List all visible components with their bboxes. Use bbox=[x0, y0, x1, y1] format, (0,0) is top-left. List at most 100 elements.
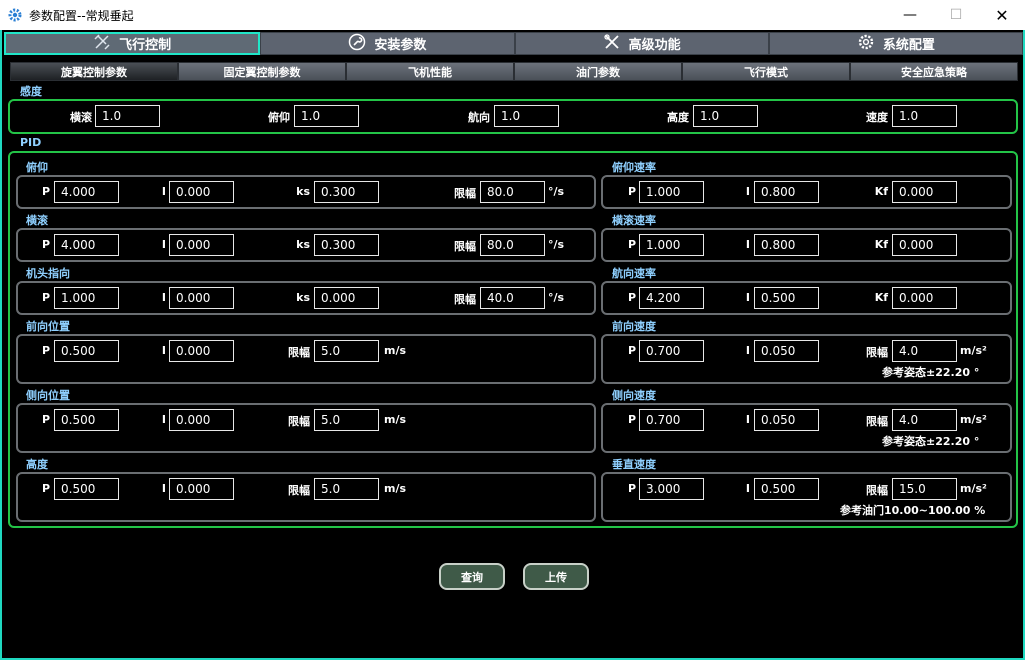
tab-advanced[interactable]: 高级功能 bbox=[514, 32, 769, 55]
pid-lateral-pos-p-field[interactable]: 0.500 bbox=[54, 409, 119, 431]
pid-vertical-vel-p-field[interactable]: 3.000 bbox=[639, 478, 704, 500]
pid-roll-p-field[interactable]: 4.000 bbox=[54, 234, 119, 256]
pid-roll-rate-p-field[interactable]: 1.000 bbox=[639, 234, 704, 256]
pid-forward-pos-i-field[interactable]: 0.000 bbox=[169, 340, 234, 362]
pid-lateral-vel-i-field[interactable]: 0.050 bbox=[754, 409, 819, 431]
tab-label: 系统配置 bbox=[882, 38, 935, 53]
p-label: P bbox=[41, 291, 50, 304]
pid-pitch-limit-field[interactable]: 80.0 bbox=[480, 181, 545, 203]
pid-vertical-vel-title: 垂直速度 bbox=[612, 458, 656, 471]
pid-roll-i-field[interactable]: 0.000 bbox=[169, 234, 234, 256]
limit-label: 限幅 bbox=[454, 187, 476, 200]
tab-system-config[interactable]: 系统配置 bbox=[768, 32, 1023, 55]
tab-flight-control[interactable]: 飞行控制 bbox=[4, 32, 261, 55]
pid-pitch-ks-field[interactable]: 0.300 bbox=[314, 181, 379, 203]
window-title: 参数配置--常规垂起 bbox=[29, 9, 134, 23]
pid-yaw-rate-i-field[interactable]: 0.500 bbox=[754, 287, 819, 309]
subtab-rotor-control[interactable]: 旋翼控制参数 bbox=[10, 62, 178, 81]
p-label: P bbox=[41, 344, 50, 357]
pid-pitch-title: 俯仰 bbox=[26, 161, 48, 174]
subtab-throttle[interactable]: 油门参数 bbox=[514, 62, 682, 81]
pid-lateral-vel-p-field[interactable]: 0.700 bbox=[639, 409, 704, 431]
i-label: I bbox=[745, 238, 750, 251]
pid-pitch-p-field[interactable]: 4.000 bbox=[54, 181, 119, 203]
limit-label: 限幅 bbox=[288, 415, 310, 428]
maximize-icon[interactable]: ☐ bbox=[933, 0, 979, 30]
unit-label: m/s bbox=[384, 344, 407, 357]
pid-heading-title: 机头指向 bbox=[26, 267, 70, 280]
pid-roll-rate-i-field[interactable]: 0.800 bbox=[754, 234, 819, 256]
pid-yaw-rate-kf-field[interactable]: 0.000 bbox=[892, 287, 957, 309]
pid-lateral-pos-i-field[interactable]: 0.000 bbox=[169, 409, 234, 431]
sens-yaw-label: 航向 bbox=[468, 111, 490, 124]
pid-pitch-rate-p-field[interactable]: 1.000 bbox=[639, 181, 704, 203]
limit-label: 限幅 bbox=[866, 484, 888, 497]
i-label: I bbox=[161, 291, 166, 304]
pid-lateral-vel-limit-field[interactable]: 4.0 bbox=[892, 409, 957, 431]
pid-vertical-vel-i-field[interactable]: 0.500 bbox=[754, 478, 819, 500]
pid-forward-vel-i-field[interactable]: 0.050 bbox=[754, 340, 819, 362]
query-button[interactable]: 查询 bbox=[439, 563, 505, 590]
subtab-safety-strategy[interactable]: 安全应急策略 bbox=[850, 62, 1018, 81]
i-label: I bbox=[161, 238, 166, 251]
pid-vertical-vel-limit-field[interactable]: 15.0 bbox=[892, 478, 957, 500]
pid-yaw-rate-p-field[interactable]: 4.200 bbox=[639, 287, 704, 309]
tab-label: 安装参数 bbox=[374, 38, 427, 53]
pid-heading-ks-field[interactable]: 0.000 bbox=[314, 287, 379, 309]
upload-button[interactable]: 上传 bbox=[523, 563, 589, 590]
pid-pitch-rate-i-field[interactable]: 0.800 bbox=[754, 181, 819, 203]
wrench-icon bbox=[348, 33, 366, 55]
i-label: I bbox=[745, 291, 750, 304]
i-label: I bbox=[745, 413, 750, 426]
pid-roll-limit-field[interactable]: 80.0 bbox=[480, 234, 545, 256]
subtab-flight-mode[interactable]: 飞行模式 bbox=[682, 62, 850, 81]
sens-speed-label: 速度 bbox=[866, 111, 888, 124]
pid-forward-vel-limit-field[interactable]: 4.0 bbox=[892, 340, 957, 362]
sub-tab-bar: 旋翼控制参数 固定翼控制参数 飞机性能 油门参数 飞行模式 安全应急策略 bbox=[10, 62, 1018, 81]
p-label: P bbox=[41, 238, 50, 251]
ref-attitude-note: 参考姿态±22.20 ° bbox=[882, 435, 980, 448]
i-label: I bbox=[161, 185, 166, 198]
pid-lateral-pos-limit-field[interactable]: 5.0 bbox=[314, 409, 379, 431]
unit-label: m/s² bbox=[960, 344, 987, 357]
sens-speed-field[interactable]: 1.0 bbox=[892, 105, 957, 127]
pid-pitch-i-field[interactable]: 0.000 bbox=[169, 181, 234, 203]
pid-altitude-p-field[interactable]: 0.500 bbox=[54, 478, 119, 500]
app-gear-icon bbox=[7, 7, 23, 23]
pid-roll-rate-kf-field[interactable]: 0.000 bbox=[892, 234, 957, 256]
pid-heading-i-field[interactable]: 0.000 bbox=[169, 287, 234, 309]
sens-roll-label: 横滚 bbox=[70, 111, 92, 124]
pid-roll-ks-field[interactable]: 0.300 bbox=[314, 234, 379, 256]
p-label: P bbox=[627, 238, 636, 251]
tab-install-params[interactable]: 安装参数 bbox=[260, 32, 515, 55]
pid-pitch-rate-kf-field[interactable]: 0.000 bbox=[892, 181, 957, 203]
p-label: P bbox=[627, 482, 636, 495]
pid-forward-pos-limit-field[interactable]: 5.0 bbox=[314, 340, 379, 362]
pid-altitude-limit-field[interactable]: 5.0 bbox=[314, 478, 379, 500]
pid-heading-limit-field[interactable]: 40.0 bbox=[480, 287, 545, 309]
subtab-aircraft-performance[interactable]: 飞机性能 bbox=[346, 62, 514, 81]
p-label: P bbox=[41, 185, 50, 198]
minimize-icon[interactable]: — bbox=[887, 0, 933, 30]
sens-pitch-field[interactable]: 1.0 bbox=[294, 105, 359, 127]
sens-yaw-field[interactable]: 1.0 bbox=[494, 105, 559, 127]
pid-forward-vel-p-field[interactable]: 0.700 bbox=[639, 340, 704, 362]
main-tab-bar: 飞行控制 安装参数 高级功能 系统配置 bbox=[4, 32, 1023, 55]
sens-pitch-label: 俯仰 bbox=[268, 111, 290, 124]
pid-lateral-pos-title: 侧向位置 bbox=[26, 389, 70, 402]
pid-heading-p-field[interactable]: 1.000 bbox=[54, 287, 119, 309]
pid-altitude-i-field[interactable]: 0.000 bbox=[169, 478, 234, 500]
limit-label: 限幅 bbox=[454, 240, 476, 253]
sens-altitude-field[interactable]: 1.0 bbox=[693, 105, 758, 127]
app-window: 飞行控制 安装参数 高级功能 系统配置 旋翼控制参数 固定翼控制参数 飞机性能 … bbox=[0, 30, 1025, 660]
i-label: I bbox=[161, 344, 166, 357]
sens-roll-field[interactable]: 1.0 bbox=[95, 105, 160, 127]
subtab-fixed-wing-control[interactable]: 固定翼控制参数 bbox=[178, 62, 346, 81]
kf-label: Kf bbox=[874, 185, 888, 198]
p-label: P bbox=[627, 344, 636, 357]
pid-forward-pos-p-field[interactable]: 0.500 bbox=[54, 340, 119, 362]
i-label: I bbox=[161, 413, 166, 426]
unit-label: °/s bbox=[548, 291, 565, 304]
kf-label: Kf bbox=[874, 238, 888, 251]
close-icon[interactable]: ✕ bbox=[979, 0, 1025, 30]
